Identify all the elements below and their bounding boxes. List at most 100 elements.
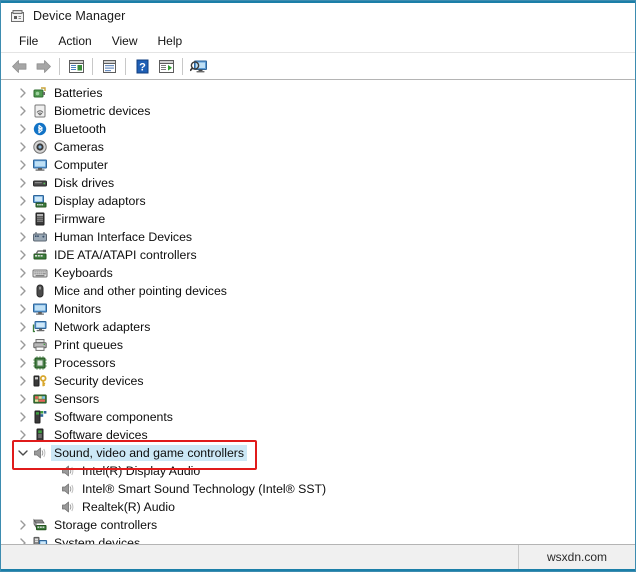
disk-drive-icon (31, 175, 48, 192)
toolbar: ? (1, 53, 635, 80)
tree-row-label: Network adapters (54, 320, 151, 334)
keyboard-icon (31, 265, 48, 282)
chevron-right-icon[interactable] (15, 372, 31, 390)
chevron-right-icon[interactable] (15, 84, 31, 102)
tree-row-label: Biometric devices (54, 104, 151, 118)
tree-row[interactable]: Software components (1, 408, 635, 426)
chevron-right-icon[interactable] (15, 426, 31, 444)
back-button[interactable] (7, 55, 31, 77)
network-adapter-icon (31, 319, 48, 336)
tree-row[interactable]: Bluetooth (1, 120, 635, 138)
tree-row[interactable]: Sound, video and game controllers (1, 444, 635, 462)
camera-icon (31, 139, 48, 156)
help-button[interactable]: ? (130, 55, 154, 77)
chevron-right-icon[interactable] (15, 174, 31, 192)
chevron-right-icon[interactable] (15, 516, 31, 534)
software-device-icon (31, 427, 48, 444)
menu-bar: File Action View Help (1, 29, 635, 53)
tree-row[interactable]: Display adaptors (1, 192, 635, 210)
chevron-right-icon[interactable] (15, 354, 31, 372)
chevron-right-icon[interactable] (15, 534, 31, 544)
tree-row-label: Disk drives (54, 176, 115, 190)
tree-row[interactable]: Intel(R) Display Audio (1, 462, 635, 480)
battery-icon (31, 85, 48, 102)
tree-row[interactable]: Mice and other pointing devices (1, 282, 635, 300)
tree-row[interactable]: Intel® Smart Sound Technology (Intel® SS… (1, 480, 635, 498)
status-bar-left-text (1, 545, 519, 569)
tree-row[interactable]: Realtek(R) Audio (1, 498, 635, 516)
chevron-right-icon[interactable] (15, 102, 31, 120)
printer-icon (31, 337, 48, 354)
tree-row[interactable]: IDE ATA/ATAPI controllers (1, 246, 635, 264)
menu-view[interactable]: View (102, 32, 148, 50)
tree-row-label: Intel® Smart Sound Technology (Intel® SS… (82, 482, 327, 496)
computer-icon (31, 157, 48, 174)
tree-row-label: System devices (54, 536, 141, 545)
chevron-right-icon[interactable] (15, 246, 31, 264)
tree-row[interactable]: Monitors (1, 300, 635, 318)
fingerprint-icon (31, 103, 48, 120)
display-adaptor-icon (31, 193, 48, 210)
chevron-right-icon[interactable] (15, 300, 31, 318)
tree-row[interactable]: Storage controllers (1, 516, 635, 534)
forward-button[interactable] (31, 55, 55, 77)
tree-row[interactable]: Keyboards (1, 264, 635, 282)
update-driver-button[interactable] (154, 55, 178, 77)
tree-row-label: Security devices (54, 374, 144, 388)
chevron-right-icon[interactable] (15, 120, 31, 138)
toolbar-separator (92, 57, 93, 75)
window-bottom-accent-line (1, 569, 635, 571)
status-bar: wsxdn.com (1, 545, 635, 569)
chevron-right-icon[interactable] (15, 156, 31, 174)
menu-help[interactable]: Help (148, 32, 193, 50)
security-key-icon (31, 373, 48, 390)
monitor-icon (31, 301, 48, 318)
tree-row-label: Software devices (54, 428, 148, 442)
tree-row[interactable]: Human Interface Devices (1, 228, 635, 246)
tree-row-label: Keyboards (54, 266, 113, 280)
chevron-right-icon[interactable] (15, 210, 31, 228)
tree-row[interactable]: Biometric devices (1, 102, 635, 120)
scan-for-hardware-changes-button[interactable] (187, 55, 211, 77)
system-device-icon (31, 535, 48, 544)
tree-row[interactable]: Print queues (1, 336, 635, 354)
chevron-right-icon[interactable] (15, 318, 31, 336)
tree-row-label: Monitors (54, 302, 102, 316)
tree-row-label: Processors (54, 356, 116, 370)
tree-row[interactable]: Processors (1, 354, 635, 372)
tree-row[interactable]: Disk drives (1, 174, 635, 192)
chevron-right-icon[interactable] (15, 264, 31, 282)
device-tree-pane[interactable]: Batteries Biometric devices Bluetooth Camer… (1, 80, 635, 545)
chevron-right-icon[interactable] (15, 138, 31, 156)
tree-row[interactable]: Network adapters (1, 318, 635, 336)
tree-row[interactable]: Security devices (1, 372, 635, 390)
chevron-right-icon[interactable] (15, 192, 31, 210)
tree-row[interactable]: Cameras (1, 138, 635, 156)
tree-row[interactable]: System devices (1, 534, 635, 545)
menu-action[interactable]: Action (48, 32, 101, 50)
tree-row-label: Software components (54, 410, 173, 424)
chevron-down-icon[interactable] (15, 444, 31, 462)
speaker-icon (59, 499, 76, 516)
menu-file[interactable]: File (9, 32, 48, 50)
chevron-right-icon[interactable] (15, 282, 31, 300)
ide-controller-icon (31, 247, 48, 264)
properties-button[interactable] (97, 55, 121, 77)
tree-row[interactable]: Software devices (1, 426, 635, 444)
chevron-right-icon[interactable] (15, 390, 31, 408)
tree-row[interactable]: Sensors (1, 390, 635, 408)
toolbar-separator (182, 57, 183, 75)
sensor-icon (31, 391, 48, 408)
toolbar-separator (59, 57, 60, 75)
software-component-icon (31, 409, 48, 426)
chevron-right-icon[interactable] (15, 408, 31, 426)
tree-row[interactable]: Firmware (1, 210, 635, 228)
tree-row[interactable]: Batteries (1, 84, 635, 102)
tree-row[interactable]: Computer (1, 156, 635, 174)
show-hide-console-tree-button[interactable] (64, 55, 88, 77)
device-tree: Batteries Biometric devices Bluetooth Camer… (1, 84, 635, 545)
watermark-text: wsxdn.com (519, 545, 635, 569)
chevron-right-icon[interactable] (15, 336, 31, 354)
chevron-right-icon[interactable] (15, 228, 31, 246)
tree-row-label: Mice and other pointing devices (54, 284, 227, 298)
